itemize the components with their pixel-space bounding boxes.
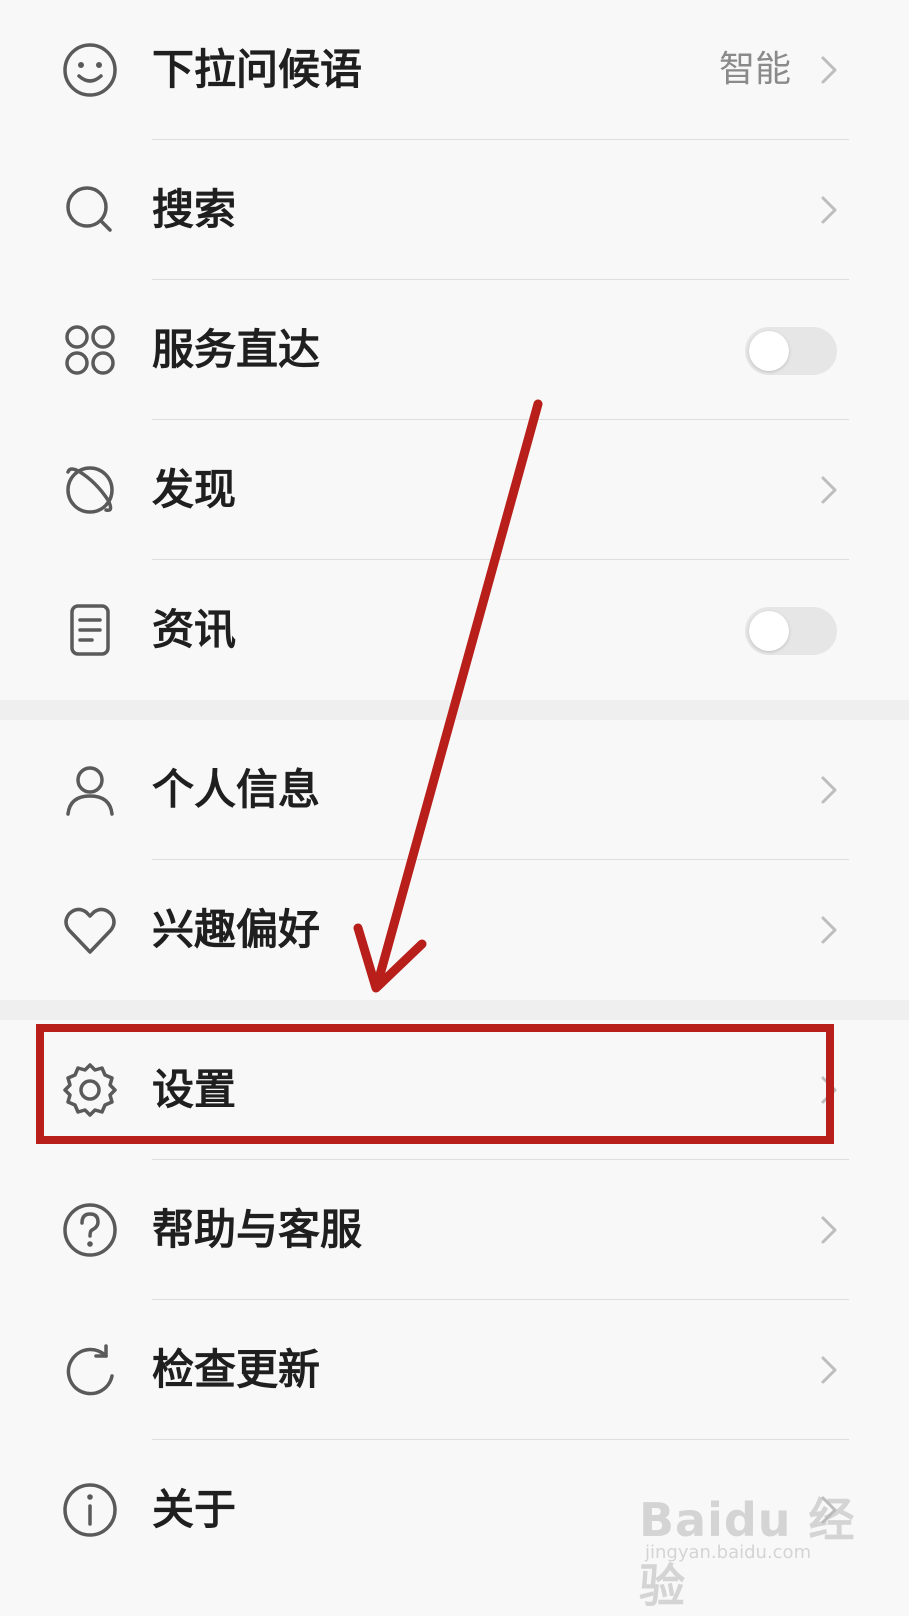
chevron-right-icon [811, 192, 847, 228]
heart-icon [60, 900, 120, 960]
help-circle-icon [60, 1200, 120, 1260]
settings-row-search[interactable]: 搜索 [0, 140, 909, 280]
settings-row-news: 资讯 [0, 560, 909, 700]
settings-row-label: 搜索 [152, 185, 237, 234]
smiley-icon [60, 40, 120, 100]
toggle-knob [749, 331, 789, 371]
planet-icon [60, 460, 120, 520]
chevron-right-icon [811, 1212, 847, 1248]
settings-row-label: 下拉问候语 [152, 45, 363, 94]
settings-row-label: 兴趣偏好 [152, 905, 321, 954]
greeting-value: 智能 [718, 49, 791, 90]
settings-row-label: 帮助与客服 [152, 1205, 363, 1254]
chevron-right-icon [811, 772, 847, 808]
refresh-icon [60, 1340, 120, 1400]
news-toggle[interactable] [745, 607, 837, 655]
chevron-right-icon [811, 472, 847, 508]
section-gap [0, 700, 909, 720]
person-icon [60, 760, 120, 820]
settings-row-label: 资讯 [152, 605, 237, 654]
settings-row-label: 发现 [152, 465, 237, 514]
baidu-jingyan-watermark: Baidu 经验 jingyan.baidu.com [639, 1480, 869, 1613]
settings-highlight-box [36, 1024, 834, 1144]
settings-row-discover[interactable]: 发现 [0, 420, 909, 560]
settings-row-greeting[interactable]: 下拉问候语 智能 [0, 0, 909, 140]
settings-row-help[interactable]: 帮助与客服 [0, 1160, 909, 1300]
service-direct-toggle[interactable] [745, 327, 837, 375]
section-gap [0, 1000, 909, 1020]
info-icon [60, 1480, 120, 1540]
watermark-site: jingyan.baidu.com [645, 1542, 812, 1563]
settings-row-check-update[interactable]: 检查更新 [0, 1300, 909, 1440]
search-icon [60, 180, 120, 240]
chevron-right-icon [811, 52, 847, 88]
grid-four-circles-icon [60, 320, 120, 380]
settings-row-label: 检查更新 [152, 1345, 321, 1394]
settings-row-label: 关于 [152, 1485, 237, 1534]
settings-row-service-direct: 服务直达 [0, 280, 909, 420]
chevron-right-icon [811, 912, 847, 948]
settings-row-label: 服务直达 [152, 325, 321, 374]
document-icon [60, 600, 120, 660]
chevron-right-icon [811, 1352, 847, 1388]
settings-row-label: 个人信息 [152, 765, 321, 814]
toggle-knob [749, 611, 789, 651]
settings-row-personal-info[interactable]: 个人信息 [0, 720, 909, 860]
settings-row-interests[interactable]: 兴趣偏好 [0, 860, 909, 1000]
